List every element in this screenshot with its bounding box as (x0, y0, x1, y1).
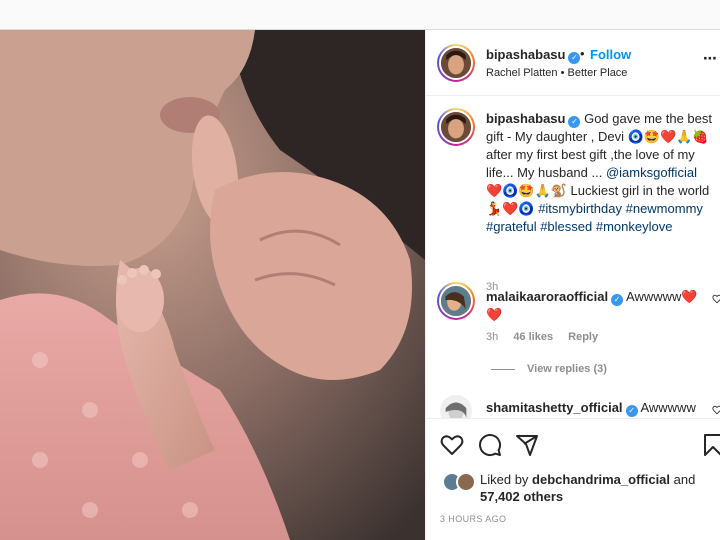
liker-avatar[interactable] (456, 472, 476, 492)
post-media[interactable] (0, 30, 425, 540)
post-side-panel: bipashabasu ✓ • Follow Rachel Platten • B… (425, 30, 720, 540)
comment-body: Awwwww (640, 400, 696, 415)
view-replies-button[interactable]: View replies (3) (491, 363, 607, 375)
comment-time: 3h (486, 331, 499, 343)
caption-avatar[interactable] (437, 108, 475, 146)
top-bar (0, 0, 720, 30)
follow-button[interactable]: Follow (590, 47, 631, 62)
liked-by-user[interactable]: debchandrima_official (532, 472, 670, 487)
comment-likes[interactable]: 46 likes (513, 331, 553, 343)
caption-verified-icon: ✓ (568, 116, 581, 128)
liked-by-prefix: Liked by (480, 472, 529, 487)
caption-text: bipashabasu ✓ God gave me the best gift -… (486, 110, 716, 236)
comment-icon[interactable] (478, 433, 502, 457)
more-options-icon[interactable]: ⋯ (703, 50, 718, 67)
author-avatar-image (441, 48, 471, 78)
caption-avatar-image (441, 112, 471, 142)
comment-author[interactable]: shamitashetty_official (486, 400, 623, 415)
author-avatar[interactable] (437, 44, 475, 82)
liked-by-conj: and (673, 472, 696, 487)
baby-photo (0, 30, 425, 540)
liked-by-text: Liked by debchandrima_official and 57,40… (480, 471, 715, 505)
comment-text: malaikaaroraofficial ✓ Awwwww❤️❤️ (486, 288, 711, 324)
verified-badge-icon: ✓ (568, 52, 581, 64)
post-header: bipashabasu ✓ • Follow Rachel Platten • B… (426, 30, 720, 96)
author-username[interactable]: bipashabasu ✓ (486, 47, 581, 64)
caption-author[interactable]: bipashabasu (486, 111, 565, 126)
comment-meta: 3h 46 likes Reply (486, 331, 610, 343)
author-username-text[interactable]: bipashabasu (486, 47, 565, 62)
bookmark-icon[interactable] (701, 433, 720, 457)
post-actions: Liked by debchandrima_official and 57,40… (426, 418, 720, 540)
post-timestamp[interactable]: 3 HOURS AGO (440, 514, 506, 524)
view-replies-label[interactable]: View replies (3) (527, 363, 607, 375)
view-replies-line (491, 368, 515, 370)
comment-verified-icon: ✓ (625, 405, 638, 417)
comment-heart-icon[interactable] (712, 405, 720, 415)
heart-icon[interactable] (440, 433, 464, 457)
comment-heart-icon[interactable] (712, 294, 720, 304)
comment-avatar[interactable] (437, 282, 475, 320)
comment-text: shamitashetty_official ✓ Awwwww (486, 399, 711, 417)
follow-separator: • (580, 46, 585, 61)
comment-reply-button[interactable]: Reply (568, 331, 598, 343)
comment-avatar-image (441, 286, 471, 316)
audio-attribution[interactable]: Rachel Platten • Better Place (486, 67, 627, 79)
caption-mention[interactable]: @iamksgofficial (606, 165, 697, 180)
share-icon[interactable] (515, 433, 539, 457)
comment-author[interactable]: malaikaaroraofficial (486, 289, 608, 304)
liked-by-others[interactable]: 57,402 others (480, 489, 563, 504)
comment-verified-icon: ✓ (611, 294, 624, 306)
likers-avatars (442, 472, 482, 494)
